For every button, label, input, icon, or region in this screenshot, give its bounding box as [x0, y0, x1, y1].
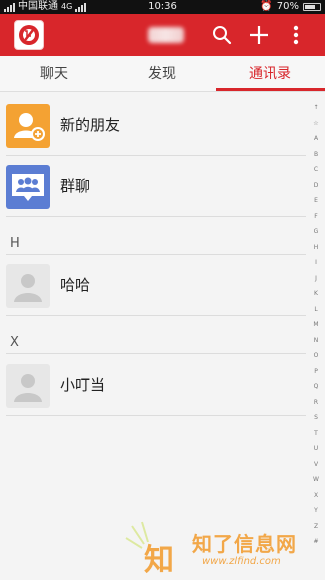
watermark-text: 知了信息网 [192, 532, 297, 556]
group-chat-avatar [6, 165, 50, 209]
alphabet-index-letter[interactable]: N [314, 333, 319, 349]
section-header-x: X [10, 335, 19, 350]
alphabet-index-letter[interactable]: V [314, 457, 318, 473]
tab-chats[interactable]: 聊天 [0, 56, 108, 92]
alphabet-index-letter[interactable]: K [314, 286, 318, 302]
new-friend-icon [14, 113, 45, 141]
new-friend-avatar [6, 104, 50, 148]
status-right: ⏰ 70% [260, 0, 321, 14]
search-button[interactable] [210, 23, 234, 47]
avatar [6, 264, 50, 308]
alphabet-index[interactable]: ↑ ☆ A B C D E F G H I J K L M N O P Q R S T U V W X Y Z # [310, 100, 322, 550]
alphabet-index-letter[interactable]: Y [314, 503, 318, 519]
alphabet-index-letter[interactable]: ☆ [313, 116, 318, 132]
group-chat-icon [12, 174, 44, 201]
contact-name: 小叮当 [60, 376, 106, 394]
alphabet-index-letter[interactable]: P [314, 364, 318, 380]
more-vertical-icon [293, 25, 299, 45]
alphabet-index-letter[interactable]: B [314, 147, 318, 163]
new-friends-item[interactable]: 新的朋友 [6, 96, 306, 156]
alphabet-index-letter[interactable]: U [314, 441, 318, 457]
account-name: 聊聊 [148, 27, 184, 43]
watermark-url: www.zlfind.com [202, 556, 281, 567]
watermark-logo: 知 [125, 521, 174, 578]
section-divider [6, 254, 306, 255]
search-icon [213, 26, 232, 45]
alarm-icon: ⏰ [260, 1, 273, 12]
alphabet-index-letter[interactable]: C [314, 162, 318, 178]
contact-item[interactable]: 哈哈 [6, 256, 306, 316]
active-tab-indicator [216, 88, 325, 91]
alphabet-index-letter[interactable]: T [314, 426, 318, 442]
contact-item[interactable]: 小叮当 [6, 356, 306, 416]
new-friends-label: 新的朋友 [60, 116, 121, 134]
alphabet-index-letter[interactable]: F [314, 209, 317, 225]
default-avatar-icon [14, 274, 42, 302]
alphabet-index-letter[interactable]: W [313, 472, 319, 488]
more-button[interactable] [284, 23, 308, 47]
section-divider [6, 353, 306, 354]
avatar [6, 364, 50, 408]
tab-bar: 聊天 发现 通讯录 [0, 56, 325, 92]
alphabet-index-letter[interactable]: R [314, 395, 318, 411]
alphabet-index-letter[interactable]: I [315, 255, 317, 271]
alphabet-index-letter[interactable]: H [314, 240, 319, 256]
app-header: 聊聊 [0, 14, 325, 56]
watermark: 知 知了信息网 www.zlfind.com [122, 520, 322, 578]
alphabet-index-letter[interactable]: A [314, 131, 318, 147]
tab-contacts[interactable]: 通讯录 [216, 56, 324, 92]
contact-name: 哈哈 [60, 276, 91, 294]
alphabet-index-letter[interactable]: G [314, 224, 319, 240]
alphabet-index-letter[interactable]: J [315, 271, 317, 287]
battery-percent: 70% [276, 1, 299, 12]
alphabet-index-letter[interactable]: M [313, 317, 318, 333]
alphabet-index-letter[interactable]: ↑ [313, 100, 318, 116]
alphabet-index-letter[interactable]: E [314, 193, 318, 209]
plus-icon [250, 26, 268, 44]
watermark-logo-text: 知 [144, 543, 174, 576]
alphabet-index-letter[interactable]: Q [314, 379, 319, 395]
alphabet-index-letter[interactable]: O [314, 348, 319, 364]
alphabet-index-letter[interactable]: S [314, 410, 318, 426]
group-chat-label: 群聊 [60, 177, 91, 195]
alphabet-index-letter[interactable]: L [314, 302, 317, 318]
group-chat-item[interactable]: 群聊 [6, 157, 306, 217]
app-logo-icon [19, 25, 39, 45]
tab-discover[interactable]: 发现 [108, 56, 216, 92]
add-button[interactable] [247, 23, 271, 47]
alphabet-index-letter[interactable]: X [314, 488, 318, 504]
section-header-h: H [10, 236, 20, 251]
status-bar: 中国联通 4G 10:36 ⏰ 70% [0, 0, 325, 14]
battery-icon [303, 3, 321, 11]
default-avatar-icon [14, 374, 42, 402]
alphabet-index-letter[interactable]: D [314, 178, 319, 194]
app-logo [14, 20, 44, 50]
